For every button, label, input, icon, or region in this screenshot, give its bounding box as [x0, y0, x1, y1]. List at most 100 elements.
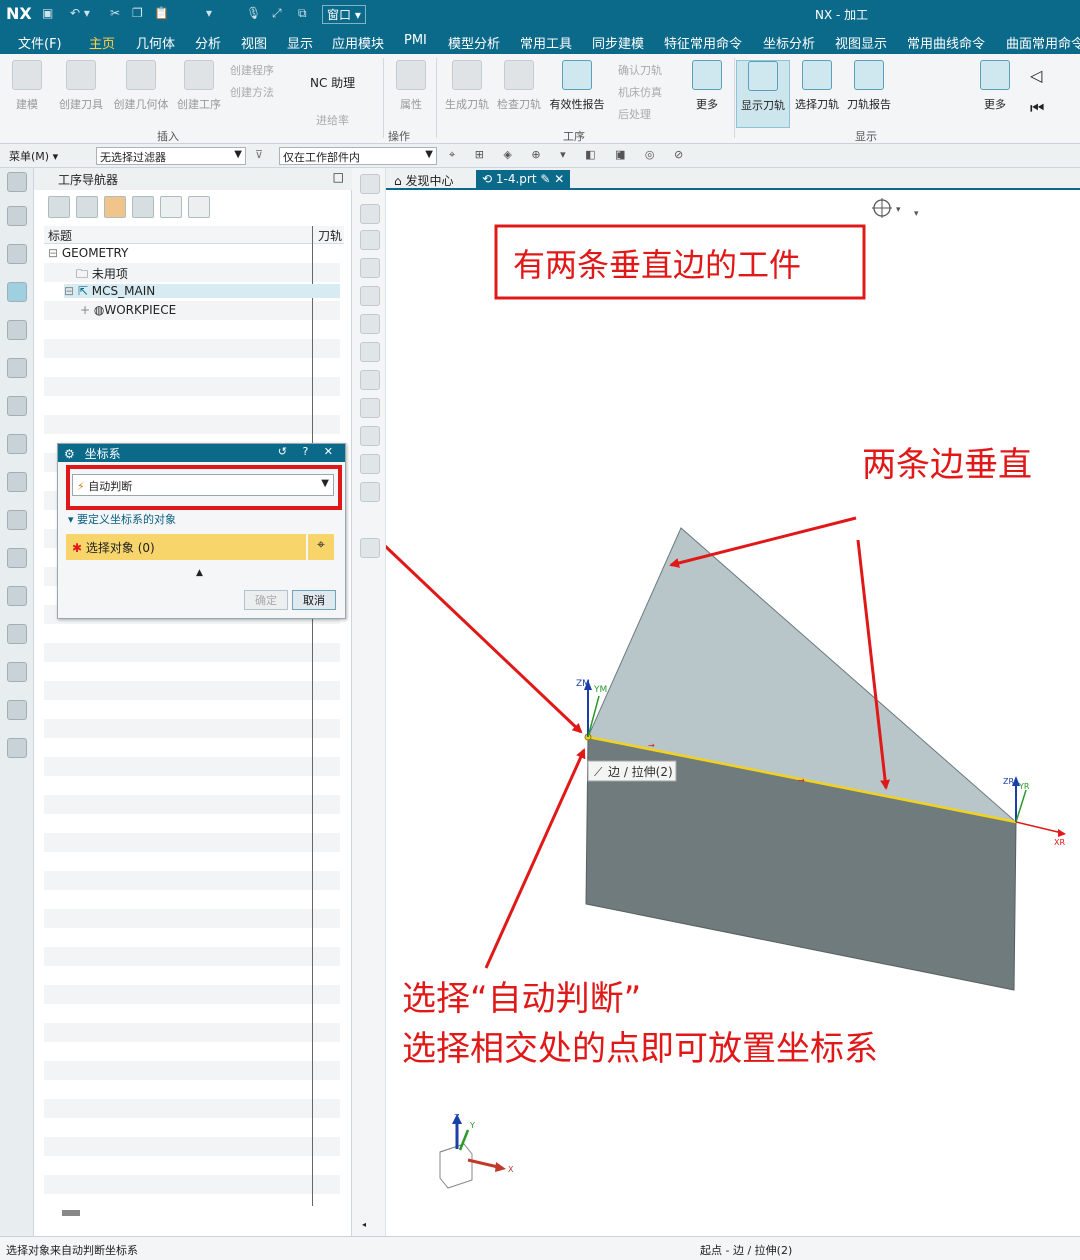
method-view-icon[interactable] — [132, 196, 154, 218]
paste-icon[interactable]: 📋 — [154, 6, 169, 20]
gear-view-icon[interactable] — [360, 314, 380, 334]
create-tool-button[interactable]: 创建刀具 — [54, 60, 108, 112]
snap-tools[interactable]: ⌖ ⊞ ◈ ⊕ ▾ ◧ ◨ — [446, 147, 636, 165]
delete-icon[interactable] — [188, 196, 210, 218]
validity-report-button[interactable]: 有效性报告 — [546, 60, 608, 112]
tab-home[interactable]: 主页 — [89, 33, 116, 56]
constraint-navigator-icon[interactable] — [7, 244, 27, 264]
reuse-library-icon[interactable] — [7, 358, 27, 378]
tab-display[interactable]: 显示 — [287, 33, 313, 52]
tab-discovery-center[interactable]: ⌂ 发现中心 — [388, 170, 459, 190]
generate-toolpath-button[interactable]: 生成刀轨 — [440, 60, 494, 112]
create-geometry-button[interactable]: 创建几何体 — [110, 60, 172, 112]
export-icon[interactable] — [360, 426, 380, 446]
assembly-navigator-icon[interactable] — [7, 206, 27, 226]
graphics-window[interactable]: ▾ ▾ → → ZM YM ⟋ 边 / 拉伸(2) ZR YR XR Z Y X… — [386, 192, 1080, 1236]
tools-icon[interactable] — [7, 662, 27, 682]
tab-pmi[interactable]: PMI — [404, 33, 427, 48]
ok-button[interactable]: 确定 — [244, 590, 288, 610]
settings-icon[interactable] — [7, 172, 27, 192]
close-icon[interactable]: ✕ — [554, 172, 564, 186]
machine-tool-view-icon[interactable] — [76, 196, 98, 218]
list-icon[interactable] — [360, 482, 380, 502]
point-dialog-button[interactable]: ⌖ — [308, 534, 334, 560]
select-object-row[interactable]: ✱ 选择对象 (0) — [66, 534, 306, 560]
mic-icon[interactable]: 🎙 — [246, 6, 261, 20]
more-button-display[interactable]: 更多 — [968, 60, 1022, 112]
nav-first-icon[interactable]: ⏮ — [1030, 98, 1044, 118]
tab-geometry[interactable]: 几何体 — [136, 33, 175, 52]
scope-select[interactable]: 仅在工作部件内 ▼ — [279, 147, 437, 165]
tab-view[interactable]: 视图 — [241, 33, 267, 52]
feed-rate-button[interactable]: 进给率 — [316, 112, 349, 128]
tab-common-tools[interactable]: 常用工具 — [520, 33, 572, 52]
hd3d-icon[interactable] — [7, 396, 27, 416]
tab-view-display[interactable]: 视图显示 — [835, 33, 887, 52]
tab-file[interactable]: 文件(F) — [18, 33, 62, 52]
cancel-button[interactable]: 取消 — [292, 590, 336, 610]
tab-analysis[interactable]: 分析 — [195, 33, 221, 52]
more-button-process[interactable]: 更多 — [680, 60, 734, 112]
copy-icon[interactable]: ❐ — [132, 6, 143, 20]
tab-model-analysis[interactable]: 模型分析 — [448, 33, 500, 52]
cam-icon[interactable] — [7, 700, 27, 720]
rotate-icon[interactable] — [360, 204, 380, 224]
dialog-header-buttons[interactable]: ↺ ? ✕ — [278, 445, 339, 458]
show-toolpath-button[interactable]: 显示刀轨 — [736, 60, 790, 128]
mcs-tools[interactable]: ▣ ◎ ⊘ — [612, 147, 694, 165]
operation-navigator-icon[interactable] — [7, 282, 27, 302]
verify-toolpath-button[interactable]: 检查刀轨 — [492, 60, 546, 112]
measure-icon[interactable]: ⤢ — [272, 6, 282, 21]
section-header[interactable]: ▾ 要定义坐标系的对象 — [68, 511, 176, 527]
system-materials-icon[interactable] — [7, 510, 27, 530]
xc-icon[interactable] — [7, 738, 27, 758]
create-operation-button[interactable]: 创建工序 — [172, 60, 226, 112]
create-program-button[interactable]: 创建程序 — [230, 62, 274, 78]
add-view-icon[interactable] — [360, 286, 380, 306]
list-item[interactable]: 🗀 未用项 — [76, 265, 128, 286]
view-triad[interactable]: Z Y X — [439, 1113, 514, 1189]
menu-button[interactable]: 菜单(M) ▾ — [6, 147, 61, 165]
tab-sync-modeling[interactable]: 同步建模 — [592, 33, 644, 52]
scroll-left-icon[interactable]: ◂ — [362, 1220, 366, 1229]
layer-icon[interactable] — [360, 342, 380, 362]
tab-surface-commands[interactable]: 曲面常用命令 — [1006, 33, 1080, 52]
view-orient-icon[interactable] — [360, 174, 380, 194]
undo-icon[interactable]: ↶ ▾ — [70, 6, 90, 20]
process-studio-icon[interactable] — [7, 548, 27, 568]
column-name[interactable]: 标题 — [48, 227, 72, 244]
confirm-toolpath-button[interactable]: 确认刀轨 — [618, 62, 662, 78]
touch-mode-icon[interactable]: ▾ — [206, 6, 212, 20]
filter-icon[interactable]: ⊽ — [252, 147, 266, 165]
brush-icon[interactable] — [360, 258, 380, 278]
tab-feature-commands[interactable]: 特征常用命令 — [664, 33, 742, 52]
ruler-icon[interactable] — [360, 230, 380, 250]
section-icon[interactable] — [360, 370, 380, 390]
tab-csys-analysis[interactable]: 坐标分析 — [763, 33, 815, 52]
tab-curve-commands[interactable]: 常用曲线命令 — [907, 33, 985, 52]
refresh-view-icon[interactable] — [360, 398, 380, 418]
web-browser-icon[interactable] — [7, 434, 27, 454]
report-icon[interactable] — [360, 538, 380, 558]
add-icon[interactable] — [160, 196, 182, 218]
save-icon[interactable]: ▣ — [42, 6, 53, 20]
history-icon[interactable] — [7, 472, 27, 492]
snap-point-icon[interactable]: ▾ ▾ — [872, 198, 919, 219]
machine-tool-icon[interactable] — [7, 320, 27, 340]
toolpath-report-button[interactable]: 刀轨报告 — [842, 60, 896, 112]
nc-assistant-button[interactable]: NC 助理 — [310, 74, 355, 91]
list-item[interactable]: + ◍WORKPIECE — [80, 303, 176, 317]
tab-part-file[interactable]: ⟲ 1-4.prt ✎ ✕ — [476, 170, 571, 190]
select-toolpath-button[interactable]: 选择刀轨 — [790, 60, 844, 112]
type-filter-select[interactable]: 无选择过滤器 ▼ — [96, 147, 246, 165]
list-item[interactable]: ⊟ ⇱ MCS_MAIN — [64, 284, 340, 298]
maximize-icon[interactable]: □ — [333, 170, 344, 184]
properties-button[interactable]: 属性 — [384, 60, 438, 112]
clock-icon[interactable] — [7, 624, 27, 644]
column-toolpath[interactable]: 刀轨 — [318, 227, 342, 244]
postprocess-button[interactable]: 后处理 — [618, 106, 651, 122]
window-menu[interactable]: 窗口 ▾ — [322, 5, 366, 24]
create-method-button[interactable]: 创建方法 — [230, 84, 274, 100]
import-icon[interactable] — [360, 454, 380, 474]
roles-icon[interactable] — [7, 586, 27, 606]
